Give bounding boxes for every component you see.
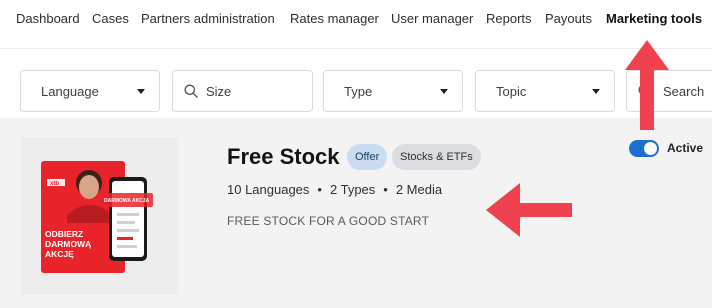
marketing-tool-card[interactable]: xtb ODBIERZ DARMOWĄ AKCJĘ DARMOWA AKCJA …	[0, 118, 712, 308]
tag-stocks-etfs: Stocks & ETFs	[392, 144, 481, 170]
nav-cases[interactable]: Cases	[92, 11, 129, 26]
nav-dashboard[interactable]: Dashboard	[16, 11, 80, 26]
nav-user-manager[interactable]: User manager	[391, 11, 473, 26]
nav-payouts[interactable]: Payouts	[545, 11, 592, 26]
offer-thumbnail[interactable]: xtb ODBIERZ DARMOWĄ AKCJĘ DARMOWA AKCJA	[21, 137, 178, 295]
search-input-placeholder: Search	[663, 84, 705, 99]
type-dropdown-label: Type	[344, 84, 373, 99]
languages-count: 10 Languages	[227, 182, 310, 197]
meta-separator: •	[383, 182, 388, 197]
types-count: 2 Types	[329, 182, 376, 197]
thumbnail-phone-badge: DARMOWA AKCJA	[104, 198, 150, 204]
language-dropdown[interactable]: Language	[20, 70, 160, 112]
meta-separator: •	[317, 182, 322, 197]
active-toggle[interactable]	[629, 140, 659, 157]
search-icon	[184, 84, 198, 98]
toggle-knob	[644, 142, 657, 155]
chevron-down-icon	[440, 89, 448, 94]
offer-meta: 10 Languages • 2 Types • 2 Media	[227, 182, 442, 197]
thumbnail-headline-line-2: DARMOWĄ	[45, 239, 91, 249]
nav-reports[interactable]: Reports	[486, 11, 532, 26]
arrow-up-icon	[625, 40, 669, 130]
type-dropdown[interactable]: Type	[323, 70, 463, 112]
chevron-down-icon	[137, 89, 145, 94]
media-count: 2 Media	[395, 182, 443, 197]
thumbnail-brand: xtb	[50, 181, 59, 187]
topic-dropdown[interactable]: Topic	[475, 70, 615, 112]
arrow-left-icon	[486, 183, 572, 237]
thumbnail-image: xtb ODBIERZ DARMOWĄ AKCJĘ DARMOWA AKCJA	[41, 161, 153, 273]
tag-offer: Offer	[347, 144, 388, 170]
nav-marketing-tools[interactable]: Marketing tools	[606, 11, 702, 26]
offer-description: FREE STOCK FOR A GOOD START	[227, 214, 430, 228]
top-navigation: Dashboard Cases Partners administration …	[0, 0, 712, 49]
language-dropdown-label: Language	[41, 84, 99, 99]
nav-partners-administration[interactable]: Partners administration	[141, 11, 275, 26]
thumbnail-headline-line-3: AKCJĘ	[45, 249, 74, 259]
size-filter[interactable]: Size	[172, 70, 313, 112]
thumbnail-headline-line-1: ODBIERZ	[45, 229, 83, 239]
offer-title: Free Stock	[227, 144, 340, 169]
size-filter-label: Size	[206, 84, 232, 99]
topic-dropdown-label: Topic	[496, 84, 527, 99]
nav-rates-manager[interactable]: Rates manager	[290, 11, 379, 26]
active-label: Active	[667, 141, 704, 155]
filter-bar: Language Size Type Topic Search	[0, 49, 712, 118]
chevron-down-icon	[592, 89, 600, 94]
